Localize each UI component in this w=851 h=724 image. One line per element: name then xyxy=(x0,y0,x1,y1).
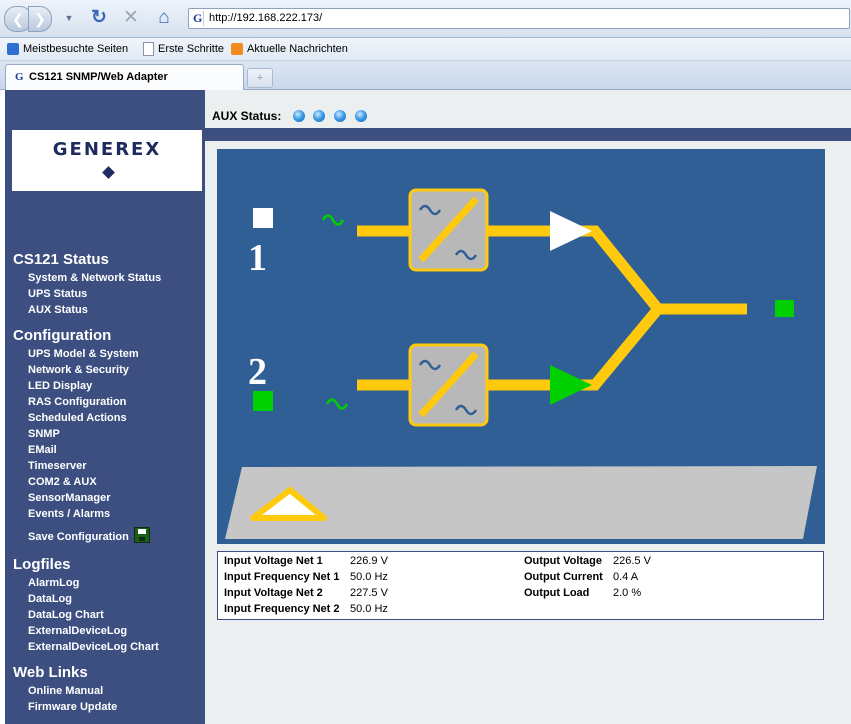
nav-sensor-manager[interactable]: SensorManager xyxy=(28,492,111,505)
stop-icon[interactable]: ✕ xyxy=(120,7,142,29)
nav-external-device-log[interactable]: ExternalDeviceLog xyxy=(28,625,127,638)
input-2-indicator xyxy=(253,391,273,411)
bookmark-latest-news[interactable]: Aktuelle Nachrichten xyxy=(231,42,348,56)
aux-status-label: AUX Status: xyxy=(212,109,282,123)
aux-led-1-icon xyxy=(293,110,305,122)
bookmark-label: Aktuelle Nachrichten xyxy=(247,43,348,55)
tab-title: CS121 SNMP/Web Adapter xyxy=(29,71,168,83)
diamond-icon xyxy=(102,166,115,179)
ups-diagram: 1 2 xyxy=(217,149,825,544)
nav-online-manual[interactable]: Online Manual xyxy=(28,685,103,698)
section-title-logfiles: Logfiles xyxy=(13,556,71,573)
input-1-number: 1 xyxy=(248,237,267,279)
bookmark-most-visited[interactable]: Meistbesuchte Seiten xyxy=(7,42,128,56)
reload-icon[interactable]: ↻ xyxy=(88,7,110,29)
back-arrow-icon: ❮ xyxy=(12,11,24,27)
nav-system-network-status[interactable]: System & Network Status xyxy=(28,272,161,285)
nav-events-alarms[interactable]: Events / Alarms xyxy=(28,508,110,521)
nav-save-configuration-label: Save Configuration xyxy=(28,531,129,543)
bookmark-label: Erste Schritte xyxy=(158,43,225,55)
nav-scheduled-actions[interactable]: Scheduled Actions xyxy=(28,412,127,425)
home-icon[interactable]: ⌂ xyxy=(153,7,175,29)
forward-button[interactable]: ❯ xyxy=(28,6,52,32)
nav-ups-status[interactable]: UPS Status xyxy=(28,288,87,301)
aux-led-3-icon xyxy=(334,110,346,122)
floppy-disk-icon[interactable] xyxy=(133,527,150,543)
generex-logo: GENEREX xyxy=(12,130,202,191)
tab-cs121[interactable]: G CS121 SNMP/Web Adapter xyxy=(5,64,244,90)
nav-alarm-log[interactable]: AlarmLog xyxy=(28,577,79,590)
value-output-voltage: 226.5 V xyxy=(613,555,651,567)
nav-data-log[interactable]: DataLog xyxy=(28,593,72,606)
tab-strip: G CS121 SNMP/Web Adapter + xyxy=(0,61,851,90)
aux-led-4-icon xyxy=(355,110,367,122)
nav-email[interactable]: EMail xyxy=(28,444,57,457)
navigation-toolbar: ❮ ❯ ▼ ↻ ✕ ⌂ G http://192.168.222.173/ xyxy=(0,0,851,38)
rss-feed-icon xyxy=(231,43,243,55)
ups-diagram-svg: 1 2 xyxy=(225,188,817,539)
label-input-voltage-net-1: Input Voltage Net 1 xyxy=(224,555,323,567)
section-title-cs121-status: CS121 Status xyxy=(13,251,109,268)
address-divider xyxy=(203,11,204,26)
converter-1-icon xyxy=(408,188,489,272)
converter-2-icon xyxy=(408,343,489,427)
ac-wave-1-icon xyxy=(321,214,345,226)
most-visited-icon xyxy=(7,43,19,55)
value-output-load: 2.0 % xyxy=(613,587,642,599)
value-input-frequency-net-1: 50.0 Hz xyxy=(350,571,388,583)
input-2-number: 2 xyxy=(248,351,267,393)
nav-aux-status[interactable]: AUX Status xyxy=(28,304,88,317)
address-bar[interactable]: G http://192.168.222.173/ xyxy=(188,8,850,29)
label-input-frequency-net-2: Input Frequency Net 2 xyxy=(224,603,340,615)
site-favicon-icon: G xyxy=(193,11,203,25)
measurement-panel: Input Voltage Net 1 226.9 V Input Freque… xyxy=(217,551,824,620)
main-content: AUX Status: 1 2 Input Voltage Net 1 226.… xyxy=(205,90,851,724)
new-tab-button[interactable]: + xyxy=(247,68,273,88)
section-title-web-links: Web Links xyxy=(13,664,88,681)
history-dropdown-icon[interactable]: ▼ xyxy=(58,7,80,29)
label-output-current: Output Current xyxy=(524,571,603,583)
sidebar: GENEREX CS121 Status System & Network St… xyxy=(5,90,205,724)
site-favicon-icon: G xyxy=(15,71,24,83)
logo-text: GENEREX xyxy=(52,139,162,160)
nav-com2-aux[interactable]: COM2 & AUX xyxy=(28,476,97,489)
nav-ras-configuration[interactable]: RAS Configuration xyxy=(28,396,126,409)
output-indicator xyxy=(775,300,794,317)
bookmark-getting-started[interactable]: Erste Schritte xyxy=(143,42,224,56)
section-title-configuration: Configuration xyxy=(13,327,112,344)
input-1-indicator xyxy=(253,208,273,228)
value-output-current: 0.4 A xyxy=(613,571,639,583)
nav-timeserver[interactable]: Timeserver xyxy=(28,460,87,473)
plus-icon: + xyxy=(256,72,264,84)
nav-snmp[interactable]: SNMP xyxy=(28,428,60,441)
ac-wave-2-icon xyxy=(325,398,349,410)
aux-led-2-icon xyxy=(313,110,325,122)
nav-data-log-chart[interactable]: DataLog Chart xyxy=(28,609,104,622)
nav-firmware-update[interactable]: Firmware Update xyxy=(28,701,117,714)
url-text[interactable]: http://192.168.222.173/ xyxy=(209,9,322,28)
value-input-frequency-net-2: 50.0 Hz xyxy=(350,603,388,615)
status-panel xyxy=(225,466,817,539)
aux-status-bar: AUX Status: xyxy=(205,90,851,125)
label-input-voltage-net-2: Input Voltage Net 2 xyxy=(224,587,323,599)
value-input-voltage-net-2: 227.5 V xyxy=(350,587,388,599)
nav-led-display[interactable]: LED Display xyxy=(28,380,92,393)
label-input-frequency-net-1: Input Frequency Net 1 xyxy=(224,571,340,583)
label-output-voltage: Output Voltage xyxy=(524,555,603,567)
switch-1-arrow-icon xyxy=(550,211,592,251)
nav-save-configuration[interactable]: Save Configuration xyxy=(28,524,150,544)
label-output-load: Output Load xyxy=(524,587,590,599)
nav-external-device-log-chart[interactable]: ExternalDeviceLog Chart xyxy=(28,641,159,654)
page-icon xyxy=(143,42,154,56)
value-input-voltage-net-1: 226.9 V xyxy=(350,555,388,567)
nav-ups-model-system[interactable]: UPS Model & System xyxy=(28,348,139,361)
bookmark-label: Meistbesuchte Seiten xyxy=(23,43,129,55)
path-2-line xyxy=(357,305,663,391)
nav-network-security[interactable]: Network & Security xyxy=(28,364,129,377)
switch-2-arrow-icon xyxy=(550,365,592,405)
header-band xyxy=(205,128,851,141)
bookmarks-toolbar: Meistbesuchte Seiten Erste Schritte Aktu… xyxy=(0,38,851,61)
forward-arrow-icon: ❯ xyxy=(34,11,46,27)
